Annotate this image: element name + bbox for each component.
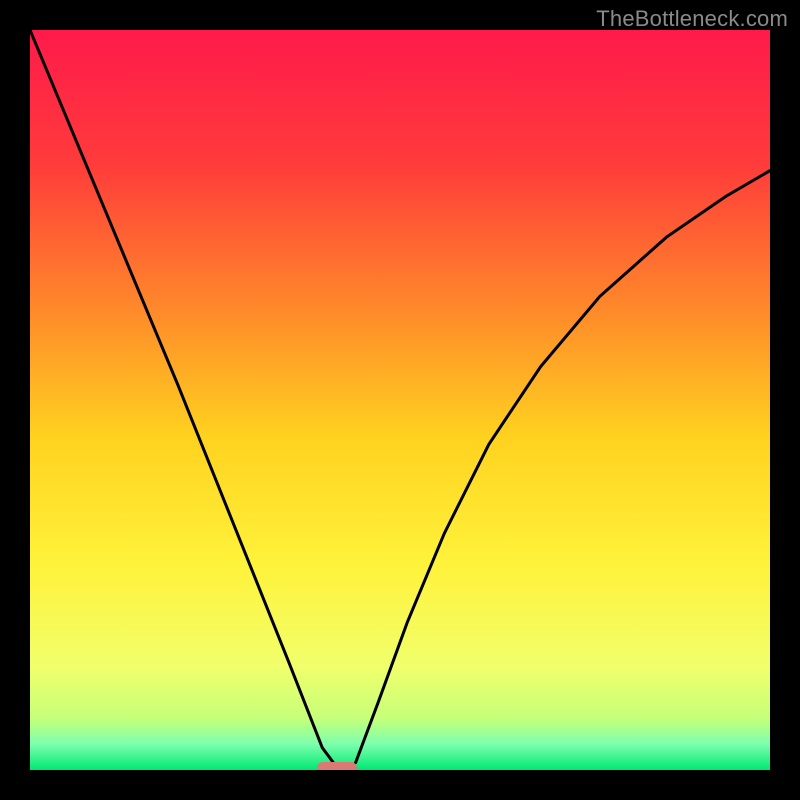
left-curve [30, 30, 333, 763]
watermark-text: TheBottleneck.com [596, 6, 788, 32]
chart-frame: TheBottleneck.com [0, 0, 800, 800]
bottleneck-curves [30, 30, 770, 770]
right-curve [356, 171, 770, 763]
optimal-marker [317, 762, 358, 770]
plot-area [30, 30, 770, 770]
